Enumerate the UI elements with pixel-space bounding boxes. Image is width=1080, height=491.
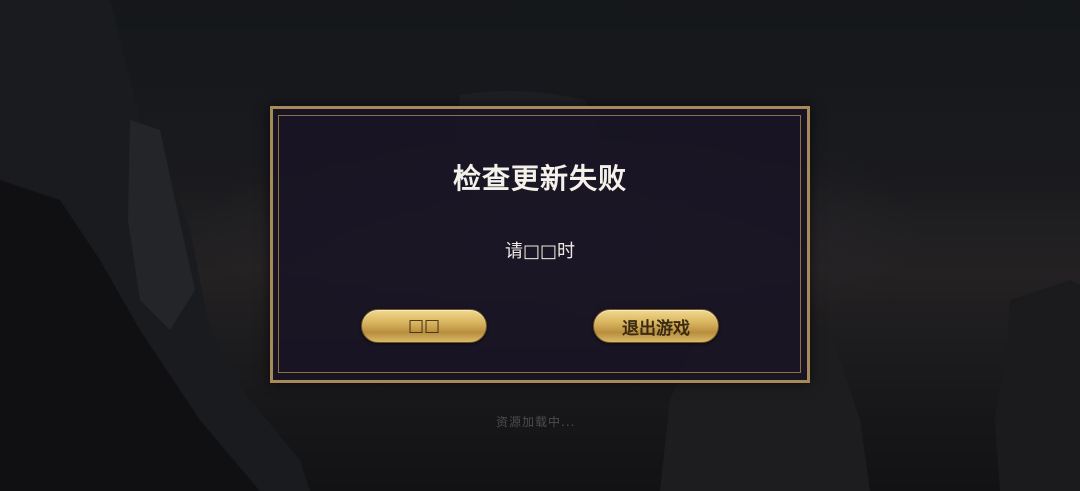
retry-button[interactable]: □□: [361, 309, 487, 343]
game-screen: 资源加载中... 检查更新失败 请□□时 □□ 退出游戏: [0, 0, 1080, 491]
dialog-message: 请□□时: [504, 241, 575, 262]
dialog-title: 检查更新失败: [452, 162, 627, 195]
exit-game-button[interactable]: 退出游戏: [593, 309, 719, 343]
update-failed-dialog: 检查更新失败 请□□时 □□ 退出游戏: [270, 106, 810, 383]
